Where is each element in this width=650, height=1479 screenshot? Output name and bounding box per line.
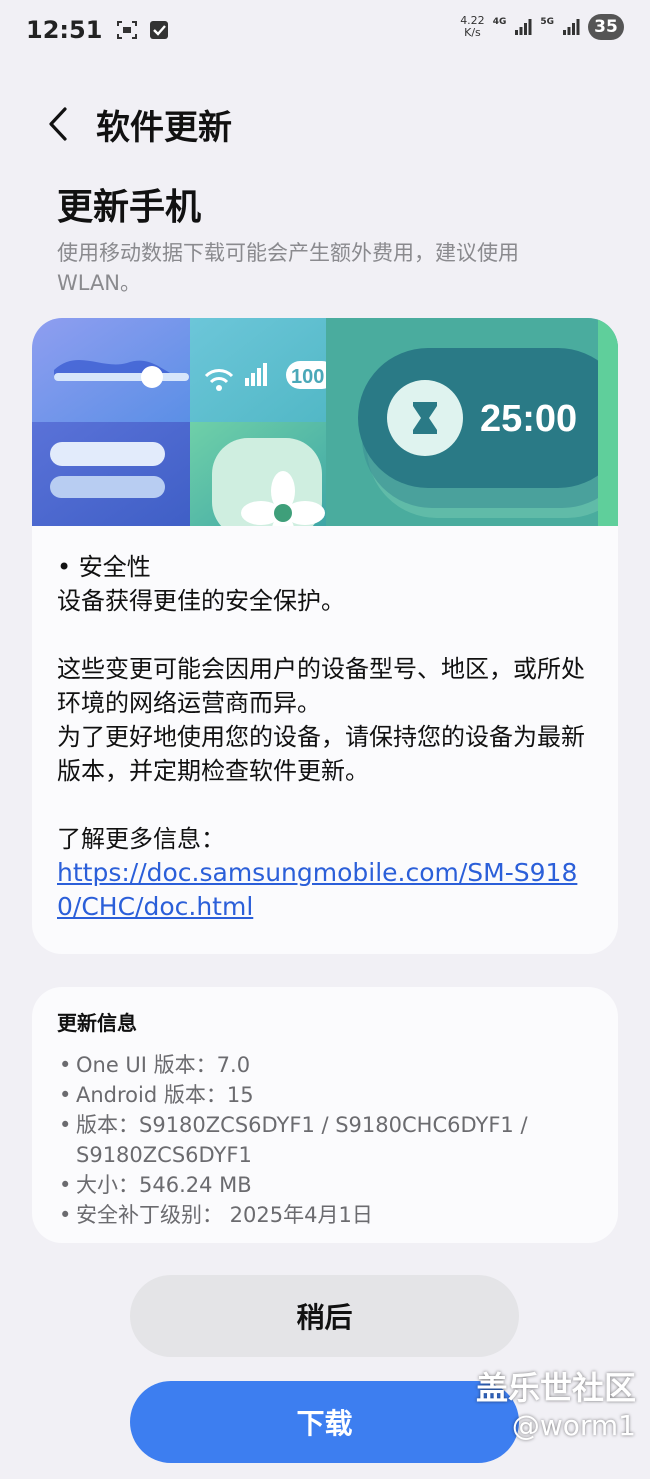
screenshot-icon	[117, 21, 138, 39]
banner-battery-text: 100	[291, 366, 324, 388]
update-details-card: 100 25:00 • 安全性 设备获得更佳的安全保护。 这些变更可能会因用户的…	[32, 318, 618, 954]
watermark-line2: @worm1	[511, 1409, 636, 1442]
update-info-title: 更新信息	[57, 1011, 137, 1035]
changelog-advice: 为了更好地使用您的设备，请保持您的设备为最新版本，并定期检查软件更新。	[57, 723, 585, 785]
watermark-line1: 盖乐世社区	[475, 1369, 636, 1407]
info-one-ui-version: One UI 版本：7.0	[57, 1050, 593, 1080]
changelog-disclaimer: 这些变更可能会因用户的设备型号、地区，或所处环境的网络运营商而异。	[57, 655, 585, 717]
status-left-icons	[116, 20, 170, 40]
status-right: 4.22 K/s 4G 5G 35	[460, 14, 624, 40]
watermark: 盖乐世社区 @worm1	[476, 1368, 636, 1444]
info-size: 大小：546.24 MB	[57, 1170, 593, 1200]
learn-more-label: 了解更多信息：	[57, 825, 225, 853]
network-type-4g: 4G	[492, 17, 507, 27]
network-type-5g: 5G	[540, 17, 554, 27]
update-banner-illustration: 100 25:00	[32, 318, 618, 526]
changelog: • 安全性 设备获得更佳的安全保护。 这些变更可能会因用户的设备型号、地区，或所…	[57, 550, 597, 924]
update-info-list: One UI 版本：7.0 Android 版本：15 版本：S9180ZCS6…	[57, 1050, 593, 1230]
update-info-card: 更新信息 One UI 版本：7.0 Android 版本：15 版本：S918…	[32, 987, 618, 1243]
chevron-left-icon	[49, 107, 67, 141]
later-button[interactable]: 稍后	[130, 1275, 519, 1357]
app-header: 软件更新	[0, 92, 650, 156]
page-title: 更新手机	[57, 187, 202, 228]
info-build-version-cont: S9180ZCS6DYF1	[76, 1143, 252, 1167]
network-speed: 4.22 K/s	[460, 14, 485, 39]
info-build-version: 版本：S9180ZCS6DYF1 / S9180CHC6DYF1 /	[57, 1110, 593, 1140]
changelog-bullet-desc: 设备获得更佳的安全保护。	[57, 587, 345, 615]
signal-icon-2	[563, 19, 580, 35]
check-box-icon	[150, 21, 169, 39]
data-usage-note: 使用移动数据下载可能会产生额外费用，建议使用WLAN。	[57, 241, 519, 295]
signal-icon	[515, 19, 532, 35]
download-button[interactable]: 下载	[130, 1381, 519, 1463]
status-time: 12:51	[26, 16, 103, 44]
battery-indicator: 35	[588, 14, 624, 40]
info-android-version: Android 版本：15	[57, 1080, 593, 1110]
banner-timer-text: 25:00	[480, 398, 577, 440]
release-notes-link[interactable]: https://doc.samsungmobile.com/SM-S9180/C…	[57, 858, 577, 921]
back-button[interactable]	[28, 94, 88, 154]
header-title: 软件更新	[96, 107, 232, 148]
info-security-patch: 安全补丁级别： 2025年4月1日	[57, 1200, 593, 1230]
status-bar: 12:51 4.22 K/s 4G 5G 35	[0, 0, 650, 60]
changelog-bullet: • 安全性	[57, 553, 151, 581]
